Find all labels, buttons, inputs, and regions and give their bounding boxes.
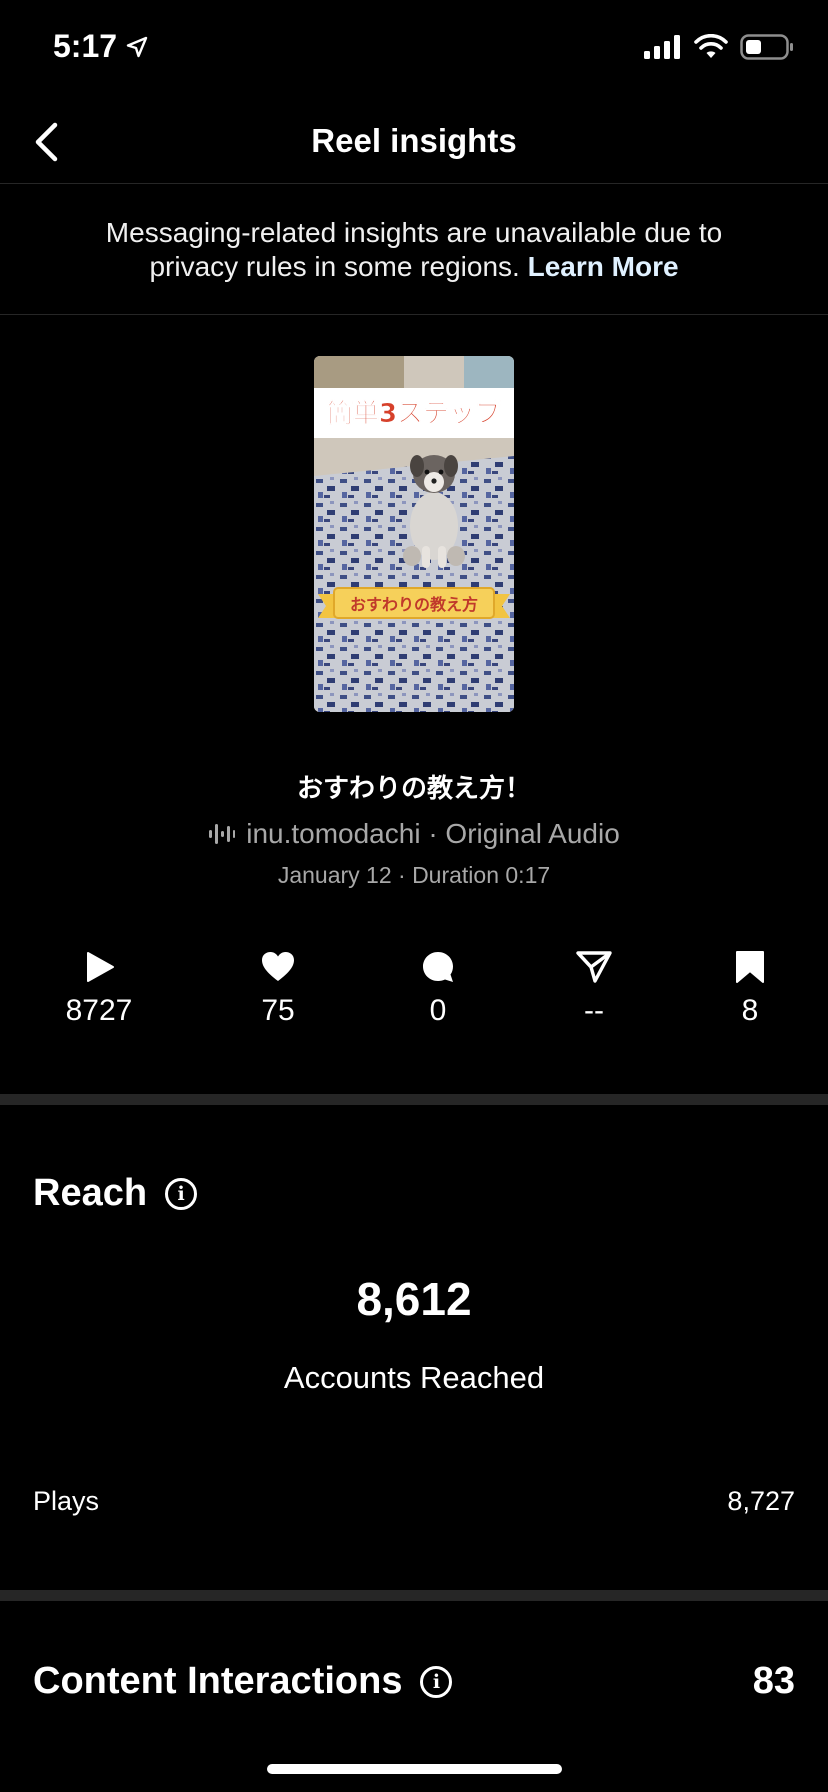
info-icon[interactable]: i bbox=[165, 1177, 198, 1210]
plays-value: 8,727 bbox=[727, 1486, 795, 1516]
stat-comments: 0 bbox=[368, 950, 508, 1028]
reach-heading: Reach i bbox=[33, 1172, 198, 1215]
reel-meta: January 12 · Duration 0:17 bbox=[277, 862, 551, 888]
section-divider bbox=[0, 1094, 828, 1105]
accounts-reached-label: Accounts Reached bbox=[283, 1360, 545, 1395]
reel-title: おすわりの教え方！ bbox=[296, 773, 531, 803]
stat-comments-value: 0 bbox=[429, 994, 447, 1027]
nav-header: Reel insights bbox=[0, 100, 828, 184]
reel-insights-screen: 5:17 Reel insights Messaging-related ins… bbox=[0, 0, 828, 1792]
privacy-notice: Messaging-related insights are unavailab… bbox=[0, 184, 828, 315]
content-interactions-value: 83 bbox=[752, 1660, 795, 1702]
stat-plays-value: 8727 bbox=[65, 994, 133, 1027]
audio-waveform-icon bbox=[209, 824, 236, 844]
stat-shares-value: -- bbox=[584, 994, 604, 1027]
stat-shares: -- bbox=[524, 950, 664, 1028]
heart-icon bbox=[262, 952, 294, 981]
section-divider bbox=[0, 1590, 828, 1601]
reach-heading-label: Reach bbox=[33, 1172, 148, 1214]
thumbnail-bottom-caption: おすわりの教え方 bbox=[350, 595, 478, 614]
content-interactions-heading: Content Interactions i bbox=[33, 1660, 453, 1703]
play-icon bbox=[87, 952, 114, 982]
stat-likes-value: 75 bbox=[261, 994, 295, 1027]
home-indicator[interactable] bbox=[267, 1764, 562, 1774]
location-arrow-icon bbox=[126, 36, 148, 57]
audio-info[interactable]: inu.tomodachi · Original Audio bbox=[0, 818, 828, 850]
info-icon[interactable]: i bbox=[420, 1665, 453, 1698]
stat-saves: 8 bbox=[680, 950, 820, 1028]
audio-label: inu.tomodachi · Original Audio bbox=[246, 818, 620, 849]
reel-thumbnail-image: 簡単3ステップ おすわりの教え方 bbox=[314, 356, 514, 712]
bookmark-icon bbox=[736, 951, 764, 983]
learn-more-link[interactable]: Learn More bbox=[528, 251, 679, 282]
cellular-signal-icon bbox=[644, 35, 680, 59]
content-interactions-heading-label: Content Interactions bbox=[33, 1660, 403, 1702]
stat-likes: 75 bbox=[208, 950, 348, 1028]
accounts-reached-value: 8,612 bbox=[356, 1273, 472, 1325]
stats-row: 8727 75 0 -- 8 bbox=[0, 950, 828, 1050]
stat-plays: 8727 bbox=[29, 950, 169, 1028]
status-indicators bbox=[644, 34, 794, 60]
page-title: Reel insights bbox=[311, 122, 517, 159]
stat-saves-value: 8 bbox=[741, 994, 759, 1027]
status-time: 5:17 bbox=[53, 28, 118, 64]
comment-icon bbox=[423, 952, 453, 982]
plays-label: Plays bbox=[33, 1486, 100, 1516]
reel-thumbnail[interactable]: 簡単3ステップ おすわりの教え方 bbox=[314, 356, 514, 712]
wifi-icon bbox=[694, 34, 728, 58]
battery-icon bbox=[740, 34, 793, 60]
status-time-group: 5:17 bbox=[53, 28, 149, 65]
status-bar: 5:17 bbox=[0, 0, 828, 100]
share-icon bbox=[576, 951, 612, 983]
thumbnail-top-caption: 簡単3ステップ bbox=[327, 398, 502, 429]
